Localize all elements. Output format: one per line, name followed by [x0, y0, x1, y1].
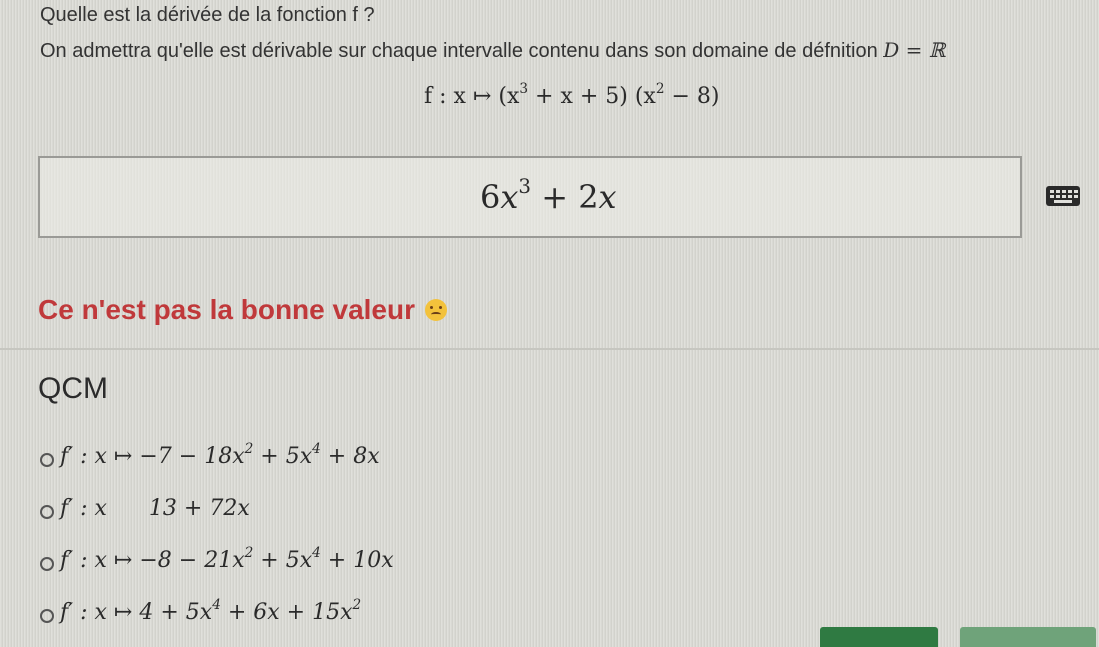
answer-rest: + 2 — [531, 178, 599, 216]
option-label: f′ : x ↦ −7 − 18x2 + 5x4 + 8x — [60, 440, 380, 469]
sad-face-icon — [424, 298, 447, 321]
answer-input[interactable]: 6x3 + 2x — [38, 156, 1022, 238]
primary-button[interactable] — [820, 627, 938, 647]
radio-button[interactable] — [40, 505, 54, 519]
answer-var: x — [500, 178, 519, 216]
option-label: f′ : x ↦ −8 − 21x2 + 5x4 + 10x — [60, 544, 394, 573]
radio-button[interactable] — [40, 609, 54, 623]
domain-math: D = ℝ — [883, 38, 946, 62]
function-definition: f : x ↦ (x3 + x + 5) (x2 − 8) — [424, 80, 720, 109]
func-part-3: − 8) — [664, 84, 720, 109]
question-title: Quelle est la dérivée de la fonction f ? — [40, 4, 375, 26]
feedback-text: Ce n'est pas la bonne valeur — [38, 294, 416, 325]
question-subtitle: On admettra qu'elle est dérivable sur ch… — [40, 38, 945, 63]
func-exp-1: 3 — [519, 80, 529, 97]
func-exp-2: 2 — [655, 80, 665, 97]
option-label: f′ : x ↦ 4 + 5x4 + 6x + 15x2 — [60, 596, 362, 625]
answer-coef: 6 — [480, 178, 501, 216]
func-part-1: f : x ↦ (x — [424, 84, 520, 109]
answer-var-2: x — [598, 178, 617, 216]
option-label: f′ : x 13 + 72x — [60, 496, 250, 521]
radio-button[interactable] — [40, 557, 54, 571]
secondary-button[interactable] — [960, 627, 1096, 647]
func-part-2: + x + 5) (x — [528, 84, 656, 109]
subtitle-text: On admettra qu'elle est dérivable sur ch… — [40, 40, 878, 62]
qcm-title: QCM — [38, 372, 108, 405]
answer-exp: 3 — [518, 175, 532, 199]
feedback-message: Ce n'est pas la bonne valeur — [38, 294, 447, 326]
divider — [0, 348, 1099, 350]
keyboard-icon[interactable] — [1046, 186, 1080, 206]
answer-value: 6x3 + 2x — [480, 175, 617, 216]
radio-button[interactable] — [40, 453, 54, 467]
